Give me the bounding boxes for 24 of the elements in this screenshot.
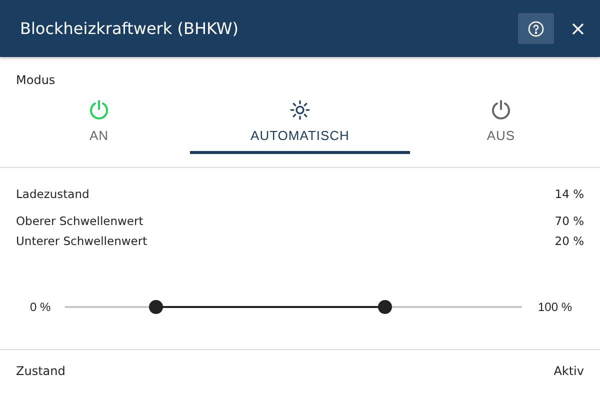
window-title: Blockheizkraftwerk (BHKW)	[20, 19, 240, 38]
max-label: 100 %	[538, 300, 572, 314]
help-button[interactable]	[518, 13, 554, 44]
reading-label: Unterer Schwellenwert	[16, 234, 148, 248]
status-label: Zustand	[16, 364, 66, 378]
mode-tab[interactable]: AN	[8, 91, 190, 154]
power-icon	[490, 99, 512, 121]
mode-tab[interactable]: AUS	[410, 91, 592, 154]
power-icon	[88, 99, 110, 121]
reading-value: 14 %	[554, 187, 584, 201]
status-value: Aktiv	[554, 364, 584, 378]
slider-thumb[interactable]	[149, 300, 164, 314]
sun-icon	[289, 99, 311, 121]
slider-thumb[interactable]	[378, 300, 392, 314]
reading-label: Oberer Schwellenwert	[16, 214, 144, 228]
mode-tab[interactable]: AUTOMATISCH	[190, 91, 410, 154]
reading-label: Ladezustand	[16, 187, 90, 201]
help-icon	[528, 20, 544, 36]
mode-label: Modus	[16, 73, 56, 87]
range-slider[interactable]	[65, 300, 522, 314]
close-icon	[572, 22, 584, 34]
reading-value: 20 %	[554, 234, 584, 248]
reading-value: 70 %	[554, 214, 584, 228]
min-label: 0 %	[30, 300, 52, 314]
